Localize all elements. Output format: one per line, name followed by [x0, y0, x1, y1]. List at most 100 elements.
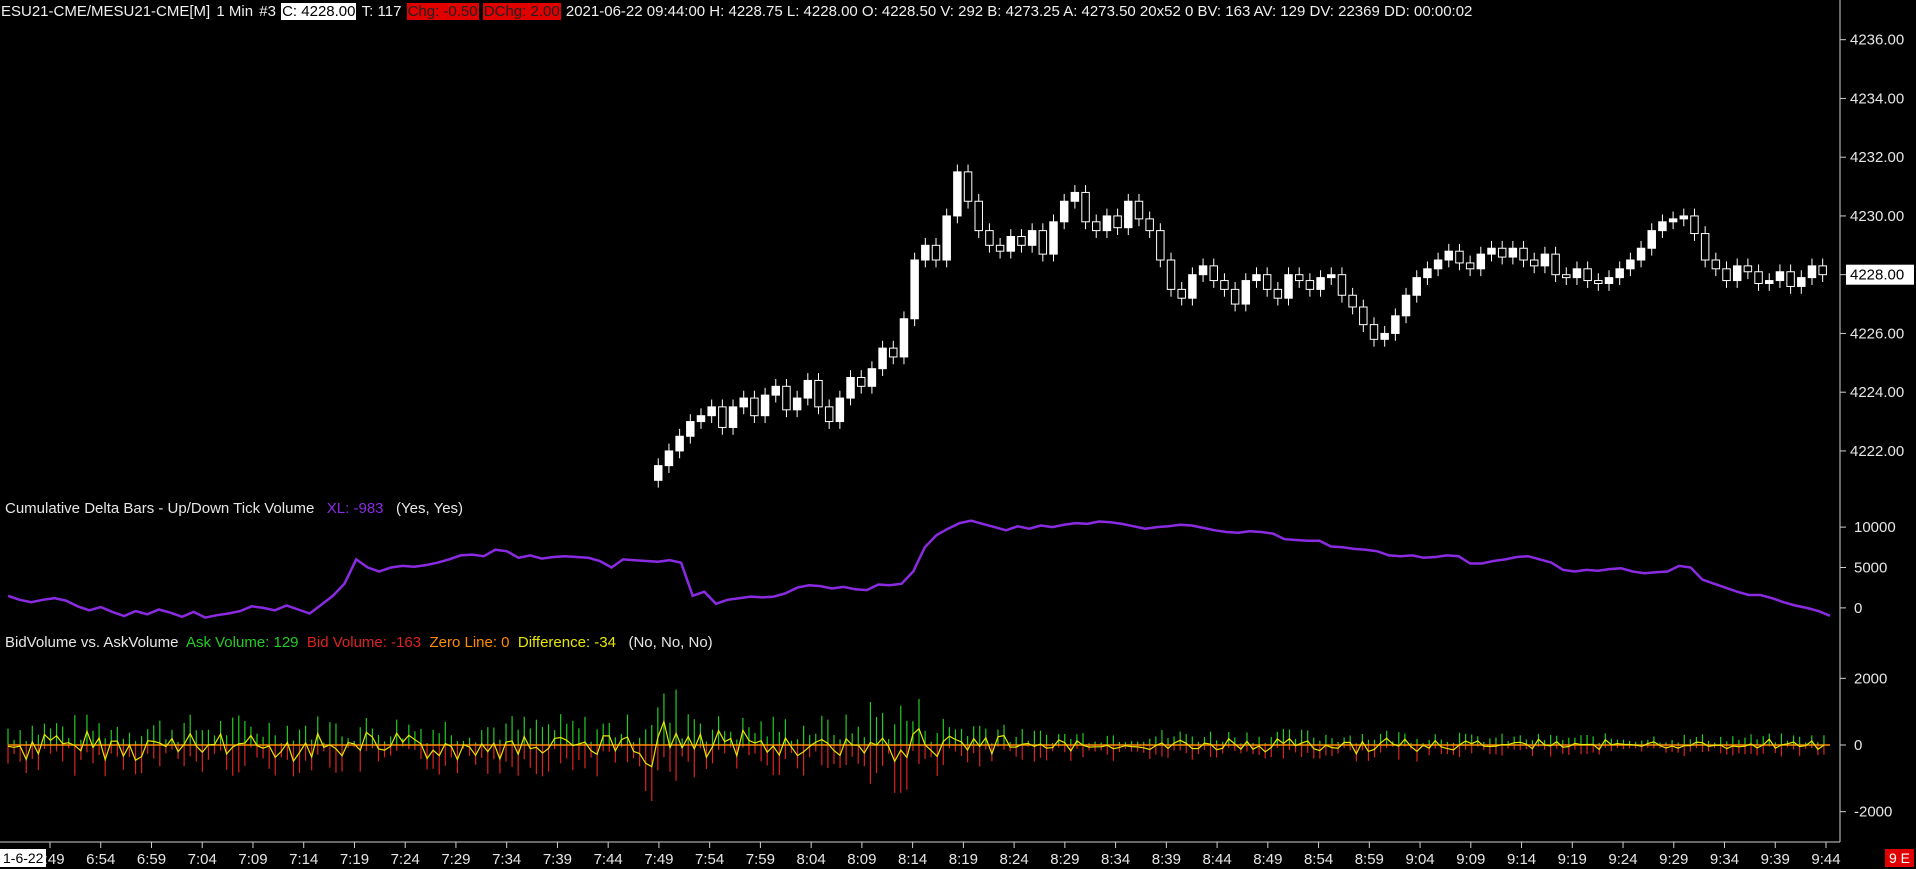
time-tick-label: 8:39	[1152, 851, 1181, 868]
candle-body	[1658, 221, 1667, 232]
date-label: 1-6-22	[0, 849, 47, 867]
candle-body	[771, 385, 781, 396]
time-tick-label: 7:54	[695, 851, 724, 868]
price-tick-label: 4232.00	[1850, 149, 1904, 166]
candle-body	[1583, 268, 1592, 282]
candle-body	[1092, 221, 1101, 232]
candle-body	[1519, 247, 1528, 261]
candle-body	[1380, 332, 1389, 340]
candle-body	[1465, 262, 1475, 270]
time-tick-label: 8:34	[1101, 851, 1130, 868]
candle-body	[803, 379, 813, 399]
candle-body	[1070, 191, 1080, 202]
candle-body	[1252, 274, 1261, 282]
ask-volume-value: Ask Volume: 129	[185, 634, 299, 651]
candle-body	[1177, 288, 1186, 299]
difference-line	[7, 719, 1825, 768]
time-tick-label: 7:24	[391, 851, 420, 868]
time-tick-label: 8:19	[949, 851, 978, 868]
chart-header: ESU21-CME/MESU21-CME[M] 1 Min #3 C: 4228…	[0, 0, 1473, 24]
candle-body	[878, 347, 887, 370]
time-tick-label: 6:59	[137, 851, 166, 868]
candle-body	[1433, 259, 1443, 270]
candle-body	[707, 406, 716, 417]
bar-details: 2021-06-22 09:44:00 H: 4228.75 L: 4228.0…	[565, 3, 1473, 20]
time-tick-label: 8:24	[1000, 851, 1029, 868]
cumulative-delta-value: XL: -983	[326, 500, 384, 517]
candle-body	[1113, 215, 1122, 229]
candle-body	[1765, 280, 1774, 284]
candle-body	[889, 347, 898, 358]
candle-body	[921, 244, 930, 261]
candle-body	[782, 385, 791, 411]
candle-body	[856, 377, 866, 387]
zero-line-value: Zero Line: 0	[429, 634, 510, 651]
candle-body	[1359, 306, 1368, 326]
corner-badge[interactable]: 9 E	[1884, 849, 1914, 867]
volume-study-legend: BidVolume vs. AskVolume Ask Volume: 129 …	[5, 634, 713, 651]
time-tick-label: 6:54	[86, 851, 115, 868]
candle-body	[1230, 288, 1240, 305]
candle-body	[760, 394, 770, 417]
delta-tick-label: 0	[1854, 600, 1862, 617]
candle-body	[792, 397, 802, 411]
candle-body	[1348, 294, 1357, 308]
candle-body	[1369, 324, 1379, 340]
candle-body	[1529, 259, 1539, 267]
cumulative-delta-flags: (Yes, Yes)	[396, 500, 464, 517]
price-tick-label: 4230.00	[1850, 208, 1904, 225]
close-value: C: 4228.00	[281, 3, 357, 20]
time-tick-label: 7:59	[746, 851, 775, 868]
time-tick-label: 9:24	[1608, 851, 1637, 868]
candle-body	[1690, 215, 1699, 235]
candle-body	[1124, 200, 1133, 229]
candle-body	[1668, 218, 1678, 223]
delta-tick-label: 10000	[1854, 519, 1896, 536]
candle-body	[1188, 274, 1197, 299]
interval-label: 1 Min	[216, 3, 254, 20]
candle-body	[1156, 230, 1165, 261]
candle-body	[654, 465, 663, 481]
candle-body	[1316, 277, 1325, 290]
time-tick-label: 8:04	[797, 851, 826, 868]
time-tick-label: 9:09	[1456, 851, 1485, 868]
candle-body	[1059, 200, 1069, 223]
candle-body	[1455, 250, 1464, 264]
candle-body	[942, 215, 951, 261]
candle-body	[814, 379, 823, 408]
candle-body	[1220, 280, 1229, 290]
candle-body	[1145, 218, 1154, 232]
candle-body	[953, 171, 962, 217]
candle-body	[846, 377, 855, 399]
candle-body	[1305, 280, 1315, 290]
candle-body	[1754, 271, 1763, 284]
cumulative-delta-line	[7, 519, 1831, 619]
time-tick-label: 9:19	[1558, 851, 1587, 868]
candle-body	[1166, 259, 1176, 290]
candle-body	[1594, 280, 1603, 284]
time-tick-label: 7:34	[492, 851, 521, 868]
candle-body	[1572, 268, 1582, 279]
change-value: Chg: -0.50	[406, 3, 479, 20]
chart-canvas[interactable]: 4222.00 4224.00 4226.00 4228.00 4230.00 4232.…	[0, 0, 1916, 869]
candle-body	[1743, 265, 1753, 273]
cumulative-delta-name: Cumulative Delta Bars - Up/Down Tick Vol…	[5, 500, 315, 517]
candle-body	[1401, 294, 1411, 317]
candle-body	[995, 244, 1005, 252]
candle-body	[686, 421, 695, 437]
candle-body	[1038, 230, 1048, 255]
price-tick-label: 4222.00	[1850, 443, 1904, 460]
candle-body	[835, 397, 845, 423]
time-tick-label: 7:39	[543, 851, 572, 868]
time-tick-label: 7:49	[644, 851, 673, 868]
candle-body	[739, 397, 748, 408]
candle-body	[867, 368, 877, 387]
candle-body	[974, 200, 983, 232]
candle-body	[1807, 265, 1817, 279]
candle-body	[1391, 315, 1400, 334]
time-tick-label: 8:09	[847, 851, 876, 868]
candle-body	[750, 397, 759, 417]
candle-body	[1027, 230, 1037, 246]
time-tick-label: 9:04	[1405, 851, 1434, 868]
candle-body	[1679, 215, 1689, 220]
